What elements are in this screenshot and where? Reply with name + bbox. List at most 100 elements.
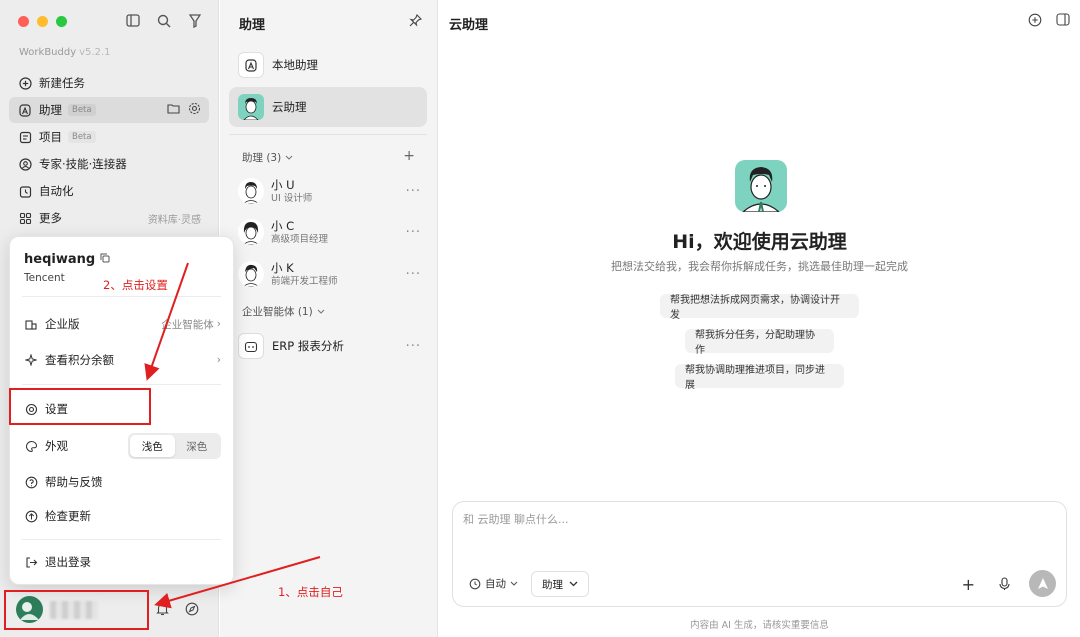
microphone-icon[interactable] [999, 577, 1010, 594]
compass-icon[interactable] [184, 601, 200, 617]
more-options-icon[interactable]: ··· [406, 184, 421, 199]
more-options-icon[interactable]: ··· [406, 339, 421, 354]
enterprise-side-label: 企业智能体 [161, 318, 214, 331]
send-arrow-icon [1037, 578, 1048, 589]
menu-item-check-update[interactable]: 检查更新 [22, 504, 221, 528]
menu-item-credits[interactable]: 查看积分余额 › [22, 348, 221, 372]
divider [22, 539, 221, 540]
panel-toggle-icon[interactable] [1056, 13, 1070, 30]
sidebar-item-more[interactable]: 更多 资料库·灵感 [9, 205, 209, 231]
agent-role: 高级项目经理 [271, 233, 329, 245]
theme-dark-option[interactable]: 深色 [175, 435, 220, 457]
close-window-button[interactable] [18, 16, 29, 27]
beta-badge: Beta [68, 104, 96, 116]
sidebar-item-new-task[interactable]: 新建任务 [9, 70, 209, 96]
theme-light-option[interactable]: 浅色 [130, 435, 175, 457]
mode-selector[interactable]: 自动 [469, 576, 518, 591]
grid-icon [18, 211, 32, 225]
assistant-list-panel: 助理 本地助理 云助理 助理 (3) + 小 U UI 设计师 ··· 小 C 高级… [220, 0, 438, 637]
menu-item-label: 检查更新 [45, 509, 91, 523]
chat-main: 云助理 Hi，欢迎使用云助理 把想法交给我，我会帮你拆解成任务，挑选最佳助理一起… [439, 0, 1080, 637]
zoom-window-button[interactable] [56, 16, 67, 27]
agent-role: 前端开发工程师 [271, 275, 338, 287]
pin-icon[interactable] [409, 14, 422, 30]
sidebar-toolbar [125, 13, 202, 28]
attach-plus-button[interactable]: + [962, 575, 975, 594]
more-options-icon[interactable]: ··· [406, 267, 421, 282]
suggestion-chip[interactable]: 帮我拆分任务，分配助理协作 [685, 329, 834, 356]
menu-item-logout[interactable]: 退出登录 [22, 550, 221, 574]
copy-icon[interactable] [100, 252, 110, 267]
sidebar-item-project[interactable]: 项目 Beta [9, 124, 209, 150]
new-chat-icon[interactable] [1028, 13, 1042, 30]
enterprise-agent-row[interactable]: ERP 报表分析 ··· [238, 331, 421, 361]
enterprise-agent-name: ERP 报表分析 [272, 339, 344, 353]
menu-item-help[interactable]: 帮助与反馈 [22, 470, 221, 494]
annotation-step2: 2、点击设置 [103, 278, 168, 292]
group-header-assistants[interactable]: 助理 (3) [242, 150, 293, 165]
robot-icon [238, 333, 264, 359]
menu-item-label: 企业版 [45, 317, 80, 331]
add-assistant-button[interactable]: + [403, 148, 415, 164]
group-header-enterprise[interactable]: 企业智能体 (1) [242, 304, 325, 319]
chevron-right-icon: › [216, 354, 221, 366]
annotation-box-profile [4, 590, 149, 630]
divider [22, 384, 221, 385]
item-label: 云助理 [272, 100, 307, 114]
folder-icon[interactable] [167, 103, 180, 117]
menu-item-enterprise[interactable]: 企业版 企业智能体 › [22, 312, 221, 336]
chevron-down-icon [510, 581, 518, 586]
local-assistant-item[interactable]: 本地助理 [229, 45, 427, 85]
building-icon [24, 317, 38, 331]
message-input[interactable] [463, 511, 1053, 551]
sidebar-item-label: 更多 [39, 211, 62, 225]
sidebar-item-experts[interactable]: 专家·技能·连接器 [9, 151, 209, 177]
agent-name: 小 U [271, 177, 295, 192]
suggestion-chip[interactable]: 帮我协调助理推进项目，同步进展 [675, 364, 844, 391]
enterprise-side: 企业智能体 › [161, 317, 221, 332]
cloud-assistant-avatar [238, 94, 264, 120]
plus-circle-icon [18, 76, 32, 90]
panel-title: 助理 [239, 18, 266, 33]
agent-row[interactable]: 小 C 高级项目经理 ··· [238, 214, 421, 250]
sidebar-item-label: 助理 [39, 103, 62, 117]
filter-icon[interactable] [187, 13, 202, 28]
agent-info: 小 U UI 设计师 [271, 178, 312, 205]
minimize-window-button[interactable] [37, 16, 48, 27]
sidebar-item-automation[interactable]: 自动化 [9, 178, 209, 204]
cloud-assistant-hero-avatar [735, 160, 787, 212]
message-composer: 自动 助理 + [452, 501, 1067, 607]
logout-icon [24, 555, 38, 569]
app-name-label: WorkBuddy [19, 47, 77, 58]
assistant-selector[interactable]: 助理 [531, 571, 589, 597]
agent-name: 小 K [271, 260, 294, 275]
sidebar-toggle-icon[interactable] [125, 13, 140, 28]
menu-item-appearance: 外观 浅色 深色 [22, 433, 221, 459]
window-controls [18, 16, 67, 27]
cloud-assistant-item[interactable]: 云助理 [229, 87, 427, 127]
agent-row[interactable]: 小 K 前端开发工程师 ··· [238, 256, 421, 292]
app-name: WorkBuddy v5.2.1 [19, 47, 111, 58]
local-assistant-icon [238, 52, 264, 78]
ai-disclaimer: 内容由 AI 生成，请核实重要信息 [690, 620, 829, 631]
sidebar-item-label: 新建任务 [39, 76, 85, 90]
menu-item-label: 退出登录 [45, 555, 91, 569]
send-button[interactable] [1029, 570, 1056, 597]
more-options-icon[interactable]: ··· [406, 225, 421, 240]
annotation-step1: 1、点击自己 [278, 585, 343, 599]
suggestion-chip[interactable]: 帮我把想法拆成网页需求，协调设计开发 [660, 294, 859, 321]
group-label: 企业智能体 (1) [242, 306, 313, 318]
profile-username: heqiwang [24, 252, 110, 267]
sidebar-item-assistant[interactable]: 助理 Beta [9, 97, 209, 123]
sidebar-nav: 新建任务 助理 Beta 项目 Beta 专家·技能·连接器 自动化 更多 资料… [9, 70, 209, 232]
help-icon [24, 475, 38, 489]
agent-avatar [238, 261, 264, 287]
expert-icon [18, 157, 32, 171]
menu-item-label: 外观 [45, 439, 68, 453]
agent-row[interactable]: 小 U UI 设计师 ··· [238, 173, 421, 209]
bell-icon[interactable] [154, 601, 170, 617]
agent-avatar [238, 219, 264, 245]
gear-icon[interactable] [188, 102, 201, 118]
profile-org: Tencent [24, 272, 65, 284]
search-icon[interactable] [156, 13, 171, 28]
